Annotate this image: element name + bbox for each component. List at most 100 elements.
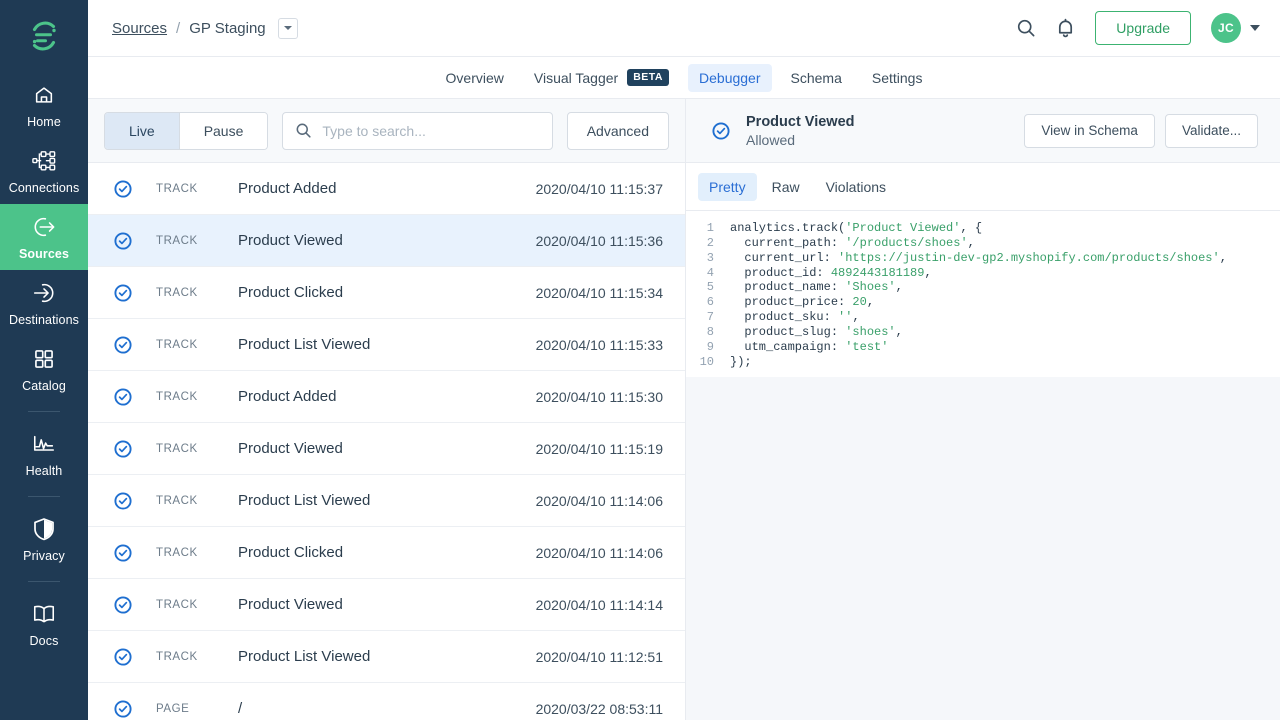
code-token-plain: product_id:	[730, 265, 831, 280]
subtab-violations[interactable]: Violations	[815, 173, 897, 201]
check-circle-icon	[114, 439, 132, 458]
sidebar-item-catalog[interactable]: Catalog	[0, 336, 88, 402]
segment-logo[interactable]	[0, 0, 88, 72]
event-timestamp: 2020/04/10 11:14:14	[535, 596, 663, 613]
breadcrumb-current: GP Staging	[189, 19, 266, 37]
pause-button[interactable]: Pause	[178, 112, 268, 149]
event-list-toolbar: Live Pause Advanced	[88, 99, 685, 163]
event-row[interactable]: TRACK Product List Viewed 2020/04/10 11:15…	[88, 319, 685, 371]
event-timestamp: 2020/04/10 11:15:33	[535, 336, 663, 353]
code-line-number: 6	[706, 295, 714, 310]
event-name: Product Added	[238, 180, 337, 197]
sidebar-item-home[interactable]: Home	[0, 72, 88, 138]
event-row[interactable]: TRACK Product Clicked 2020/04/10 11:14:06	[88, 527, 685, 579]
check-circle-icon	[114, 543, 132, 562]
event-row[interactable]: TRACK Product Added 2020/04/10 11:15:37	[88, 163, 685, 215]
code-token-plain: product_sku:	[730, 310, 839, 325]
subtab-pretty[interactable]: Pretty	[698, 172, 757, 201]
search-input[interactable]	[322, 122, 540, 139]
search-icon[interactable]	[1016, 18, 1036, 38]
tab-visual-tagger[interactable]: Visual Tagger BETA	[523, 63, 680, 92]
event-type: TRACK	[156, 234, 198, 247]
sidebar-item-label: Catalog	[22, 379, 66, 393]
live-button[interactable]: Live	[105, 112, 179, 149]
check-circle-icon	[114, 231, 132, 250]
code-line-number: 3	[706, 250, 714, 265]
validate-button[interactable]: Validate...	[1164, 113, 1258, 148]
code-line-number: 4	[706, 265, 714, 280]
event-row[interactable]: TRACK Product List Viewed 2020/04/10 11:12…	[88, 631, 685, 683]
event-name: Product List Viewed	[238, 648, 371, 665]
event-row[interactable]: PAGE / 2020/03/22 08:53:11	[88, 683, 685, 720]
privacy-shield-icon	[33, 516, 55, 542]
subtab-raw[interactable]: Raw	[761, 173, 811, 201]
sidebar-item-connections[interactable]: Connections	[0, 138, 88, 204]
tab-label: Debugger	[699, 69, 761, 86]
code-token-string: 'https://justin-dev-gp2.myshopify.com/pr…	[838, 250, 1220, 265]
event-row[interactable]: TRACK Product Viewed 2020/04/10 11:15:19	[88, 423, 685, 475]
code-line-number: 1	[706, 221, 714, 235]
code-token-plain: ,	[895, 280, 903, 295]
code-line-text: product_id: 4892443181189,	[730, 265, 931, 281]
code-line-text: product_sku: '',	[730, 310, 859, 325]
sidebar-item-label: Privacy	[23, 549, 65, 563]
event-name: Product Clicked	[238, 284, 344, 301]
view-in-schema-button[interactable]: View in Schema	[1024, 113, 1155, 148]
sidebar-item-sources[interactable]: Sources	[0, 204, 88, 270]
check-circle-icon	[114, 335, 132, 354]
avatar: JC	[1211, 13, 1241, 43]
connections-icon	[32, 148, 56, 174]
top-bar-actions: Upgrade JC	[1016, 11, 1260, 45]
notification-bell-icon[interactable]	[1056, 18, 1075, 39]
event-row[interactable]: TRACK Product Clicked 2020/04/10 11:15:34	[88, 267, 685, 319]
code-line-text: current_url: 'https://justin-dev-gp2.mys…	[730, 251, 1227, 266]
event-type: TRACK	[156, 390, 198, 403]
app-root: Home Connections Sources Destinations Ca…	[0, 0, 1280, 720]
sidebar-item-health[interactable]: Health	[0, 421, 88, 487]
event-row[interactable]: TRACK Product Added 2020/04/10 11:15:30	[88, 371, 685, 423]
sidebar-item-docs[interactable]: Docs	[0, 591, 88, 657]
event-type: TRACK	[156, 546, 198, 559]
code-token-plain: ,	[866, 295, 875, 310]
search-box[interactable]	[282, 111, 553, 150]
event-type: PAGE	[156, 702, 190, 715]
code-token-string: '/products/shoes'	[845, 235, 968, 250]
sidebar-item-privacy[interactable]: Privacy	[0, 506, 88, 572]
event-timestamp: 2020/04/10 11:15:37	[535, 180, 663, 197]
tab-settings[interactable]: Settings	[861, 64, 934, 92]
payload-code-area: 1 analytics.track('Product Viewed', {2 cu…	[686, 211, 1280, 720]
sidebar: Home Connections Sources Destinations Ca…	[0, 0, 88, 720]
sidebar-item-destinations[interactable]: Destinations	[0, 270, 88, 336]
tab-overview[interactable]: Overview	[435, 64, 515, 92]
code-line: 1 analytics.track('Product Viewed', {	[686, 221, 1280, 236]
code-token-plain: utm_campaign:	[730, 339, 846, 354]
check-circle-icon	[114, 595, 132, 614]
account-menu[interactable]: JC	[1211, 13, 1260, 43]
breadcrumb-dropdown-button[interactable]	[277, 17, 298, 39]
event-row[interactable]: TRACK Product List Viewed 2020/04/10 11:14…	[88, 475, 685, 527]
tab-schema[interactable]: Schema	[780, 64, 853, 92]
code-token-plain: , {	[960, 221, 983, 235]
top-bar: Sources / GP Staging Upgrade JC	[88, 0, 1280, 57]
event-row[interactable]: TRACK Product Viewed 2020/04/10 11:15:36	[88, 215, 685, 267]
event-timestamp: 2020/04/10 11:15:36	[535, 232, 663, 249]
event-name: /	[238, 700, 243, 717]
sidebar-item-label: Connections	[8, 181, 80, 195]
live-pause-toggle: Live Pause	[104, 111, 269, 150]
advanced-button[interactable]: Advanced	[566, 111, 669, 150]
tab-debugger[interactable]: Debugger	[688, 63, 772, 92]
event-detail-header: Product Viewed Allowed View in Schema Va…	[686, 99, 1280, 163]
upgrade-button[interactable]: Upgrade	[1095, 11, 1191, 45]
breadcrumb-sources-link[interactable]: Sources	[112, 20, 167, 37]
event-type: TRACK	[156, 442, 198, 455]
check-circle-icon	[114, 387, 132, 406]
sources-icon	[31, 214, 57, 240]
event-row[interactable]: TRACK Product Viewed 2020/04/10 11:14:14	[88, 579, 685, 631]
code-line-text: current_path: '/products/shoes',	[730, 235, 974, 251]
code-line: 5 product_name: 'Shoes',	[686, 280, 1280, 295]
code-line-text: product_price: 20,	[730, 295, 874, 310]
check-circle-icon	[114, 179, 132, 198]
code-line-number: 9	[706, 339, 714, 354]
code-token-string: 'test'	[845, 339, 889, 354]
event-timestamp: 2020/04/10 11:14:06	[535, 492, 663, 509]
